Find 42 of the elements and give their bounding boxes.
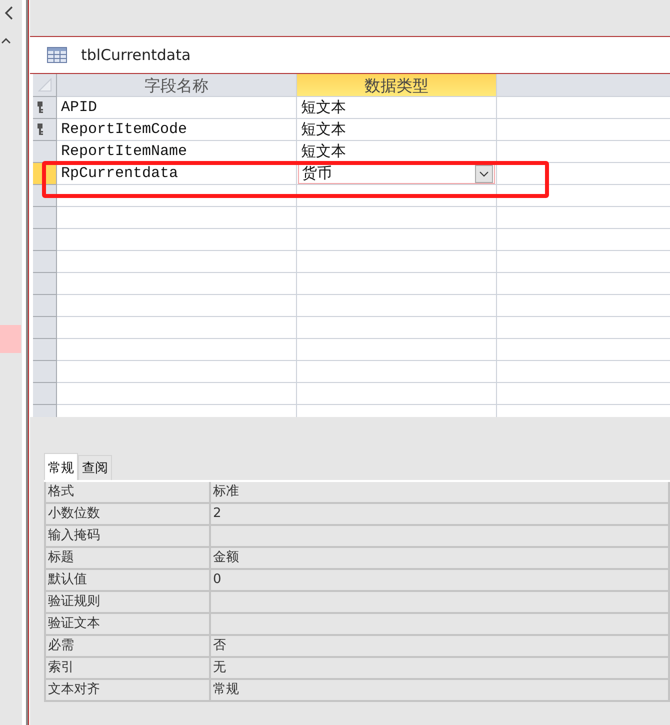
column-header: 字段名称 <box>57 74 297 96</box>
property-tab[interactable]: 常规 <box>44 453 78 480</box>
property-value-field[interactable]: 金额 <box>210 548 670 570</box>
column-header: 数据类型 <box>297 74 497 96</box>
property-value-field[interactable]: 否 <box>210 636 670 658</box>
property-label: 验证文本 <box>44 614 210 636</box>
pane-splitter[interactable] <box>22 0 30 725</box>
caret-up-icon[interactable] <box>1 37 11 44</box>
property-tab[interactable]: 查阅 <box>78 455 112 480</box>
field-name-cell[interactable]: RpCurrentdata <box>57 163 297 184</box>
property-value-field[interactable]: 标准 <box>210 482 670 504</box>
property-label: 验证规则 <box>44 592 210 614</box>
table-title: tblCurrentdata <box>81 46 191 64</box>
property-label: 格式 <box>44 482 210 504</box>
property-label: 输入掩码 <box>44 526 210 548</box>
field-name-cell[interactable]: ReportItemName <box>57 141 297 162</box>
dropdown-icon[interactable] <box>475 164 493 182</box>
data-type-cell[interactable]: 短文本 <box>301 120 346 139</box>
corner-icon <box>38 78 52 92</box>
property-label: 小数位数 <box>44 504 210 526</box>
property-label: 必需 <box>44 636 210 658</box>
property-label: 默认值 <box>44 570 210 592</box>
property-label: 标题 <box>44 548 210 570</box>
row-selector[interactable] <box>33 141 57 163</box>
row-selector[interactable] <box>33 97 57 119</box>
data-type-cell[interactable]: 短文本 <box>301 98 346 117</box>
data-type-dropdown[interactable]: 货币 <box>298 164 495 184</box>
property-label: 索引 <box>44 658 210 680</box>
nav-item-highlight <box>0 325 21 353</box>
collapse-icon[interactable] <box>4 6 14 20</box>
table-icon <box>47 47 67 63</box>
field-name-cell[interactable]: ReportItemCode <box>57 119 297 140</box>
property-value-field[interactable]: 无 <box>210 658 670 680</box>
property-value-field[interactable]: 常规 <box>210 680 670 702</box>
property-value-field[interactable]: 2 <box>210 504 670 526</box>
field-name-cell[interactable]: APID <box>57 97 297 118</box>
property-label: 文本对齐 <box>44 680 210 702</box>
row-selector[interactable] <box>33 119 57 141</box>
data-type-cell[interactable]: 短文本 <box>301 142 346 161</box>
property-value-field[interactable]: 0 <box>210 570 670 592</box>
key-icon <box>37 123 43 136</box>
key-icon <box>37 101 43 114</box>
